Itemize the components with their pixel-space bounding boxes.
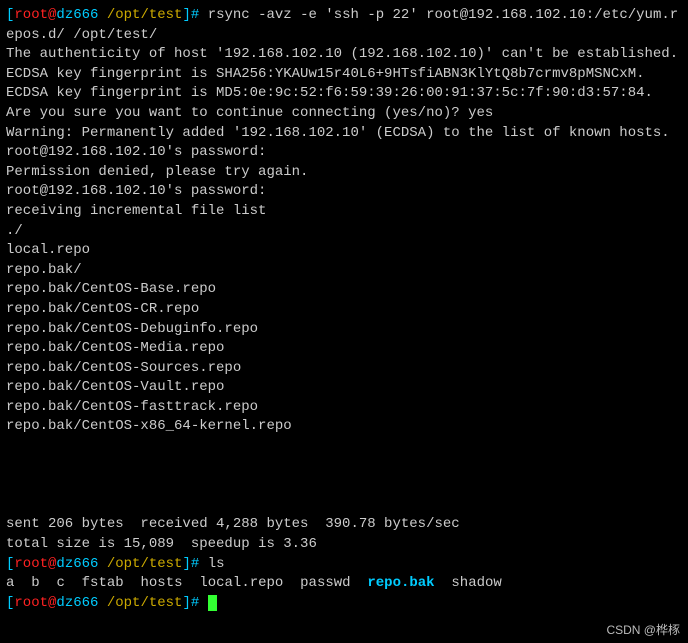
prompt-hash: #: [191, 595, 199, 611]
output-line: receiving incremental file list: [6, 203, 266, 219]
output-line: ECDSA key fingerprint is SHA256:YKAUw15r…: [6, 66, 645, 82]
command-text: ls: [208, 556, 225, 572]
prompt-user: root: [14, 556, 48, 572]
prompt-bracket: ]: [182, 595, 190, 611]
prompt-path: /opt/test: [107, 7, 183, 23]
output-line: repo.bak/CentOS-Base.repo: [6, 281, 216, 297]
output-line: repo.bak/CentOS-Media.repo: [6, 340, 224, 356]
output-line: root@192.168.102.10's password:: [6, 144, 266, 160]
prompt-host: dz666: [56, 556, 98, 572]
output-line: local.repo: [6, 242, 90, 258]
output-line: repo.bak/: [6, 262, 82, 278]
cursor: [208, 595, 217, 611]
output-line: Permission denied, please try again.: [6, 164, 308, 180]
prompt-host: dz666: [56, 595, 98, 611]
output-line: ./: [6, 223, 23, 239]
prompt-hash: #: [191, 556, 199, 572]
output-line: ECDSA key fingerprint is MD5:0e:9c:52:f6…: [6, 85, 653, 101]
prompt-user: root: [14, 7, 48, 23]
output-line: sent 206 bytes received 4,288 bytes 390.…: [6, 516, 460, 532]
prompt-host: dz666: [56, 7, 98, 23]
output-line: repo.bak/CentOS-Debuginfo.repo: [6, 321, 258, 337]
prompt-hash: #: [191, 7, 199, 23]
output-line: repo.bak/CentOS-x86_64-kernel.repo: [6, 418, 292, 434]
output-line: The authenticity of host '192.168.102.10…: [6, 46, 678, 62]
prompt-bracket: ]: [182, 556, 190, 572]
prompt-bracket: ]: [182, 7, 190, 23]
output-line: root@192.168.102.10's password:: [6, 183, 266, 199]
prompt-path: /opt/test: [107, 556, 183, 572]
prompt-path: /opt/test: [107, 595, 183, 611]
prompt-user: root: [14, 595, 48, 611]
output-line: Are you sure you want to continue connec…: [6, 105, 493, 121]
terminal-output[interactable]: [root@dz666 /opt/test]# rsync -avz -e 's…: [6, 7, 678, 611]
output-line: repo.bak/CentOS-fasttrack.repo: [6, 399, 258, 415]
output-line: repo.bak/CentOS-CR.repo: [6, 301, 199, 317]
output-line: repo.bak/CentOS-Sources.repo: [6, 360, 241, 376]
output-line: repo.bak/CentOS-Vault.repo: [6, 379, 224, 395]
directory-entry: repo.bak: [367, 575, 434, 591]
output-line: total size is 15,089 speedup is 3.36: [6, 536, 317, 552]
watermark: CSDN @桦㭬: [606, 622, 680, 639]
output-line: Warning: Permanently added '192.168.102.…: [6, 125, 670, 141]
ls-output: a b c fstab hosts local.repo passwd repo…: [6, 575, 502, 591]
